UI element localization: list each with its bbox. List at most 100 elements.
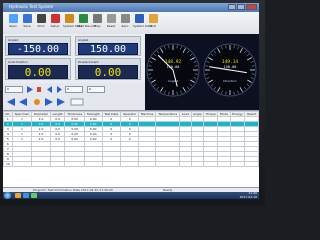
table-cell: [84, 161, 103, 167]
jog-right-icon: [45, 98, 53, 106]
table-row[interactable]: 10: [3, 161, 259, 167]
gauge-label: Angle1: [168, 79, 179, 83]
angle2-label: Angle2: [78, 38, 89, 42]
toolbar-icon-0: [8, 14, 18, 23]
table-cell: [229, 161, 246, 167]
back-icon: [47, 86, 52, 93]
column-header[interactable]: Diameter: [31, 111, 51, 117]
title-bar: Hydraulic Test System: [3, 3, 259, 12]
angle1-value: -150.00: [8, 43, 68, 55]
gauge-label: Direction: [223, 79, 237, 83]
table-header-row: No. Specimen Diameter Length Thickness Streng…: [3, 111, 259, 117]
control-field-3[interactable]: 0: [87, 86, 105, 93]
toolbar-icon-8: [120, 14, 130, 23]
app-screen: Hydraulic Test System Open Save Print Setup…: [3, 3, 259, 199]
column-header[interactable]: Torque: [203, 111, 219, 117]
control-field-2[interactable]: 0: [65, 86, 83, 93]
column-header[interactable]: Thickness: [64, 111, 85, 117]
toolbar-button-5[interactable]: Start Record: [77, 14, 96, 32]
taskbar-browser-icon[interactable]: [23, 193, 29, 198]
toolbar-label-0: Open: [8, 24, 17, 28]
table-cell: [11, 161, 33, 167]
position2-panel: Displacement 0.00: [75, 58, 141, 80]
toolbar-button-8[interactable]: Zero: [119, 14, 131, 32]
speed-field: [70, 98, 84, 106]
angle1-panel: Angle1 -150.00: [5, 36, 71, 56]
toolbar-label-4: System Data: [63, 24, 83, 28]
position2-label: Displacement: [78, 60, 99, 64]
dial-gauge-2: 149.14150.00Direction: [203, 43, 257, 97]
control-field-1[interactable]: 0: [5, 86, 23, 93]
toolbar-icon-7: [106, 14, 116, 23]
table-cell: [31, 161, 51, 167]
table-cell: [64, 161, 85, 167]
toolbar-label-1: Save: [23, 24, 31, 28]
close-button[interactable]: [246, 4, 257, 10]
table-cell: [203, 161, 219, 167]
table-cell: [190, 161, 205, 167]
toolbar-button-2[interactable]: Print: [35, 14, 47, 32]
toolbar-icon-2: [36, 14, 46, 23]
table-cell: [179, 161, 192, 167]
gauge-subvalue: 150.00: [224, 65, 237, 69]
position1-value: 0.00: [8, 65, 68, 79]
toolbar-label-10: Exit: [150, 24, 156, 28]
toolbar-button-1[interactable]: Save: [21, 14, 33, 32]
toolbar-label-8: Zero: [121, 24, 129, 28]
position2-value: 0.00: [78, 65, 138, 79]
column-header[interactable]: Test Date: [101, 111, 122, 117]
column-header[interactable]: Angle: [190, 111, 205, 117]
dial-gauge-1: 148.92150.00Angle1: [146, 43, 200, 97]
column-header[interactable]: Temperature: [155, 111, 181, 117]
taskbar: 11:40 2017-02-10: [3, 191, 259, 199]
toolbar-button-0[interactable]: Open: [7, 14, 19, 32]
toolbar-label-2: Print: [37, 24, 45, 28]
start-button[interactable]: [4, 192, 11, 199]
data-table: No. Specimen Diameter Length Thickness Streng…: [3, 111, 259, 167]
column-header[interactable]: Strength: [84, 111, 103, 117]
toolbar-button-10[interactable]: Exit: [147, 14, 159, 32]
toolbar-label-6: Stop: [93, 24, 101, 28]
jog-right-fast-icon: [57, 98, 65, 106]
gauge-panel: 148.92 150.00 Angle1 149.14 150.00 Direction: [145, 34, 259, 110]
toolbar-icon-6: [92, 14, 102, 23]
toolbar-button-7[interactable]: Reset: [105, 14, 117, 32]
column-header[interactable]: Specimen: [11, 111, 33, 117]
taskbar-date: 2017-02-10: [239, 194, 257, 199]
toolbar-icon-1: [22, 14, 32, 23]
taskbar-clock: 11:40 2017-02-10: [239, 191, 257, 199]
column-header[interactable]: Energy: [229, 111, 246, 117]
maximize-button[interactable]: [237, 4, 245, 10]
toolbar: Open Save Print Setup System Data Start Recor…: [3, 12, 259, 35]
taskbar-folder-icon[interactable]: [15, 193, 21, 198]
control-row: 0 0 0: [3, 83, 145, 110]
table-cell: [49, 161, 66, 167]
jog-left-fast-icon: [19, 98, 27, 106]
home-icon: [34, 99, 40, 105]
toolbar-label-7: Reset: [106, 24, 116, 28]
table-cell: [217, 161, 231, 167]
position1-panel: Axial Position 0.00: [5, 58, 71, 80]
jog-controls: [7, 98, 84, 106]
angle1-label: Angle1: [8, 38, 19, 42]
minimize-button[interactable]: [228, 4, 236, 10]
toolbar-button-4[interactable]: System Data: [63, 14, 83, 32]
toolbar-label-5: Start Record: [77, 24, 96, 28]
table-cell: [155, 161, 181, 167]
column-header[interactable]: Operator: [120, 111, 140, 117]
table-cell: [138, 161, 157, 167]
gauge-subvalue: 150.00: [167, 65, 180, 69]
forward-icon: [57, 86, 62, 93]
column-header[interactable]: Machine: [138, 111, 157, 117]
toolbar-icon-4: [64, 14, 74, 23]
column-header[interactable]: Length: [49, 111, 66, 117]
angle2-panel: Angle2 150.00: [75, 36, 141, 56]
window-title: Hydraulic Test System: [9, 4, 54, 9]
data-table-panel: No. Specimen Diameter Length Thickness Streng…: [3, 110, 259, 189]
taskbar-app-icon[interactable]: [31, 193, 37, 198]
toolbar-button-9[interactable]: System Data: [133, 14, 153, 32]
toolbar-button-3[interactable]: Setup: [49, 14, 61, 32]
toolbar-icon-10: [148, 14, 158, 23]
toolbar-label-9: System Data: [133, 24, 153, 28]
toolbar-button-6[interactable]: Stop: [91, 14, 103, 32]
